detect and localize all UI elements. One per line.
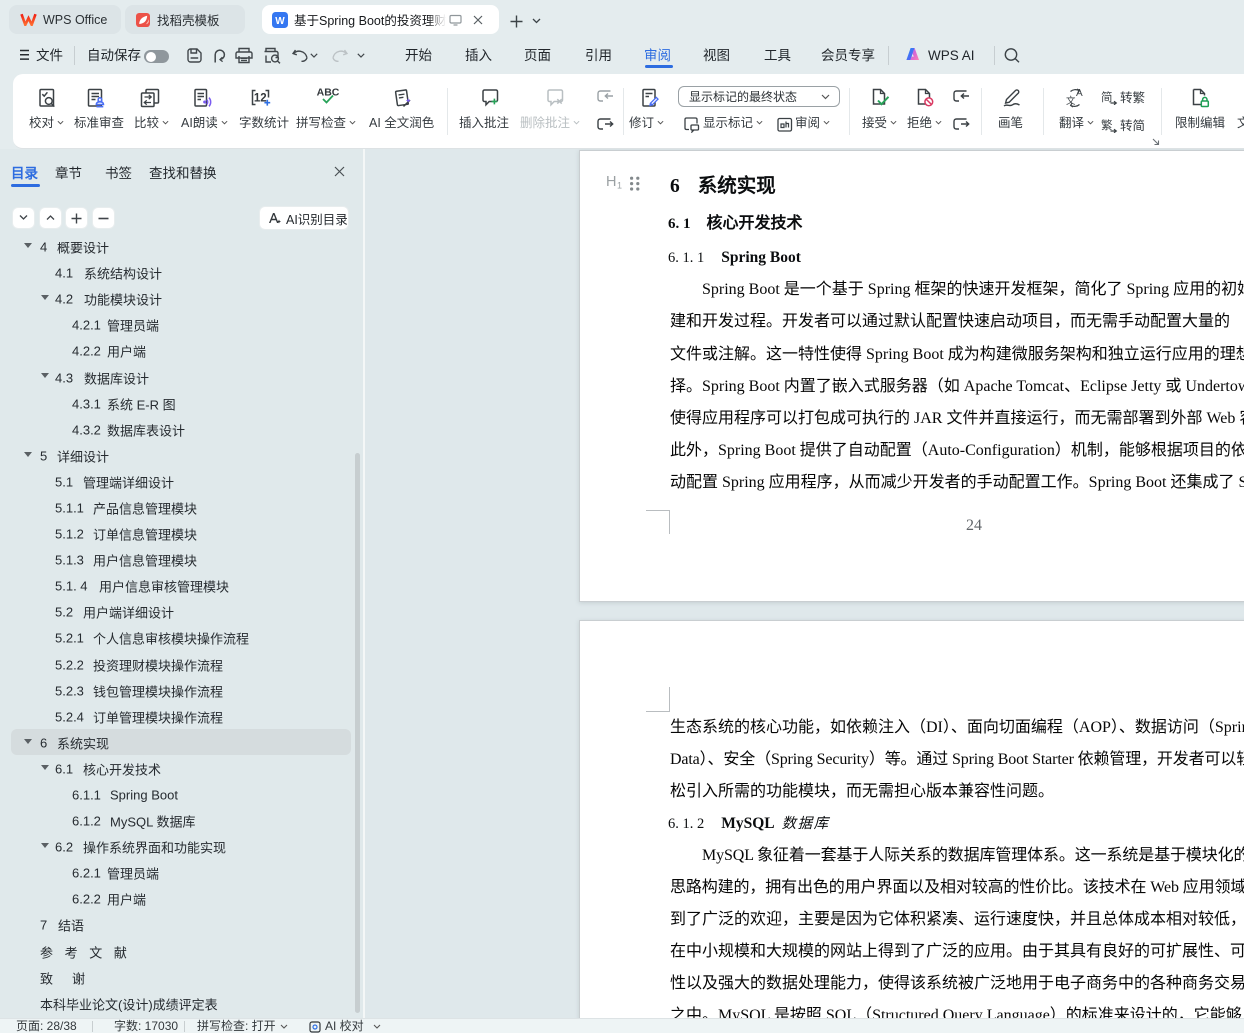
svg-text:H: H <box>606 174 616 190</box>
svg-text:繁: 繁 <box>1101 118 1113 132</box>
svg-text:1: 1 <box>617 181 622 191</box>
svg-text:W: W <box>275 15 285 26</box>
svg-text:ABC: ABC <box>317 87 340 99</box>
svg-text:简: 简 <box>1101 90 1113 104</box>
